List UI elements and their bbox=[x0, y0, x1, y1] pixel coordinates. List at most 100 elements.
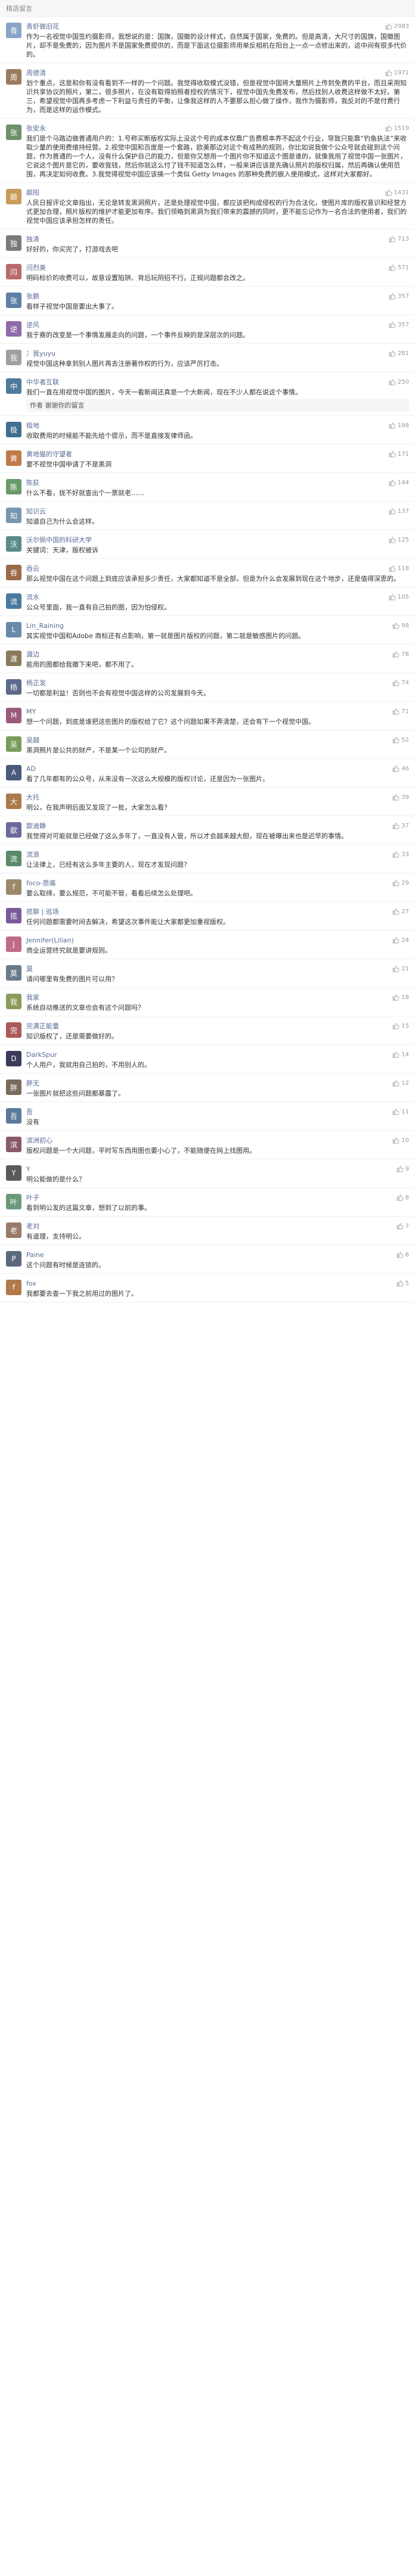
commenter-name[interactable]: 大托 bbox=[26, 792, 392, 802]
like-button[interactable]: 18 bbox=[392, 994, 409, 1001]
like-button[interactable]: 2983 bbox=[385, 23, 409, 30]
commenter-name[interactable]: 颠阳 bbox=[26, 188, 385, 197]
commenter-name[interactable]: 渡边 bbox=[26, 649, 392, 659]
commenter-name[interactable]: 吾 bbox=[26, 1107, 392, 1116]
like-button[interactable]: 39 bbox=[392, 794, 409, 801]
like-button[interactable]: 11 bbox=[392, 1108, 409, 1115]
avatar[interactable]: M bbox=[6, 708, 21, 723]
commenter-name[interactable]: 陈荻 bbox=[26, 478, 389, 487]
avatar[interactable]: 黄 bbox=[6, 450, 21, 466]
like-button[interactable]: 250 bbox=[389, 378, 409, 385]
commenter-name[interactable]: 完满正能量 bbox=[26, 1021, 392, 1031]
like-button[interactable]: 6 bbox=[397, 1251, 409, 1258]
commenter-name[interactable]: 青虾做旧花 bbox=[26, 21, 385, 31]
avatar[interactable]: 逆 bbox=[6, 321, 21, 337]
commenter-name[interactable]: 黄地猫的守望者 bbox=[26, 449, 389, 459]
commenter-name[interactable]: 老刘 bbox=[26, 1221, 397, 1231]
like-button[interactable]: 37 bbox=[392, 822, 409, 829]
like-button[interactable]: 171 bbox=[389, 450, 409, 458]
like-button[interactable]: 10 bbox=[392, 1137, 409, 1144]
commenter-name[interactable]: 揽聊 | 巡场 bbox=[26, 907, 392, 916]
avatar[interactable]: 莫 bbox=[6, 965, 21, 981]
like-button[interactable]: 46 bbox=[392, 765, 409, 772]
commenter-name[interactable]: Paine bbox=[26, 1251, 397, 1259]
commenter-name[interactable]: 冫我yuyu bbox=[26, 349, 389, 358]
avatar[interactable]: 歆 bbox=[6, 822, 21, 838]
commenter-name[interactable]: 张安永 bbox=[26, 123, 385, 133]
avatar[interactable]: 流 bbox=[6, 593, 21, 609]
commenter-name[interactable]: fox bbox=[26, 1280, 397, 1287]
like-button[interactable]: 98 bbox=[392, 622, 409, 629]
commenter-name[interactable]: 极地 bbox=[26, 421, 389, 430]
commenter-name[interactable]: 沃尔佩中国的科研大学 bbox=[26, 535, 389, 545]
commenter-name[interactable]: 胖无 bbox=[26, 1078, 392, 1088]
like-button[interactable]: 24 bbox=[392, 937, 409, 944]
avatar[interactable]: J bbox=[6, 937, 21, 952]
commenter-name[interactable]: 周德清 bbox=[26, 68, 385, 77]
avatar[interactable]: 叶 bbox=[6, 1194, 21, 1209]
commenter-name[interactable]: 叶子 bbox=[26, 1193, 397, 1202]
commenter-name[interactable]: 逆风 bbox=[26, 320, 389, 329]
like-button[interactable]: 15 bbox=[392, 1022, 409, 1029]
like-button[interactable]: 5 bbox=[397, 1280, 409, 1287]
commenter-name[interactable]: DarkSpur bbox=[26, 1051, 392, 1059]
avatar[interactable]: 张 bbox=[6, 293, 21, 308]
commenter-name[interactable]: 中华者互联 bbox=[26, 377, 389, 387]
like-button[interactable]: 571 bbox=[389, 264, 409, 271]
like-button[interactable]: 105 bbox=[389, 593, 409, 601]
avatar[interactable]: 渡 bbox=[6, 651, 21, 666]
like-button[interactable]: 1971 bbox=[385, 69, 409, 76]
commenter-name[interactable]: 张鹏 bbox=[26, 291, 389, 301]
avatar[interactable]: 胖 bbox=[6, 1079, 21, 1095]
avatar[interactable]: 我 bbox=[6, 994, 21, 1009]
avatar[interactable]: 大 bbox=[6, 794, 21, 809]
like-button[interactable]: 1431 bbox=[385, 189, 409, 196]
like-button[interactable]: 7 bbox=[397, 1222, 409, 1230]
avatar[interactable]: 完 bbox=[6, 1022, 21, 1038]
commenter-name[interactable]: 独清 bbox=[26, 234, 389, 244]
avatar[interactable]: 吾 bbox=[6, 1108, 21, 1124]
avatar[interactable]: 吴 bbox=[6, 736, 21, 752]
commenter-name[interactable]: 知识云 bbox=[26, 506, 389, 516]
commenter-name[interactable]: 流浪 bbox=[26, 850, 392, 859]
avatar[interactable]: P bbox=[6, 1251, 21, 1267]
avatar[interactable]: 陈 bbox=[6, 479, 21, 494]
like-button[interactable]: 125 bbox=[389, 536, 409, 543]
avatar[interactable]: 颠 bbox=[6, 189, 21, 204]
like-button[interactable]: 52 bbox=[392, 736, 409, 743]
commenter-name[interactable]: 滨洲初心 bbox=[26, 1135, 392, 1145]
commenter-name[interactable]: 我家 bbox=[26, 993, 392, 1002]
like-button[interactable]: 137 bbox=[389, 508, 409, 515]
like-button[interactable]: 71 bbox=[392, 708, 409, 715]
like-button[interactable]: 357 bbox=[389, 293, 409, 300]
like-button[interactable]: 281 bbox=[389, 350, 409, 357]
like-button[interactable]: 76 bbox=[392, 651, 409, 658]
commenter-name[interactable]: 杨正发 bbox=[26, 678, 392, 687]
commenter-name[interactable]: 歆迪静 bbox=[26, 821, 392, 830]
avatar[interactable]: D bbox=[6, 1051, 21, 1066]
avatar[interactable]: 张 bbox=[6, 125, 21, 140]
like-button[interactable]: 21 bbox=[392, 965, 409, 972]
like-button[interactable]: 1519 bbox=[385, 125, 409, 132]
like-button[interactable]: 29 bbox=[392, 879, 409, 886]
avatar[interactable]: L bbox=[6, 622, 21, 637]
commenter-name[interactable]: Y bbox=[26, 1165, 397, 1173]
commenter-name[interactable]: MY bbox=[26, 708, 392, 715]
avatar[interactable]: 杨 bbox=[6, 679, 21, 695]
like-button[interactable]: 118 bbox=[389, 565, 409, 572]
commenter-name[interactable]: 闫烈美 bbox=[26, 263, 389, 272]
commenter-name[interactable]: 莫 bbox=[26, 964, 392, 973]
avatar[interactable]: 极 bbox=[6, 422, 21, 437]
avatar[interactable]: f bbox=[6, 1280, 21, 1295]
avatar[interactable]: 独 bbox=[6, 235, 21, 251]
like-button[interactable]: 357 bbox=[389, 321, 409, 328]
avatar[interactable]: 青 bbox=[6, 23, 21, 38]
avatar[interactable]: 滨 bbox=[6, 1137, 21, 1152]
like-button[interactable]: 33 bbox=[392, 851, 409, 858]
avatar[interactable]: 中 bbox=[6, 378, 21, 394]
commenter-name[interactable]: AD bbox=[26, 765, 392, 773]
avatar[interactable]: 揽 bbox=[6, 908, 21, 923]
avatar[interactable]: Y bbox=[6, 1165, 21, 1181]
like-button[interactable]: 74 bbox=[392, 679, 409, 686]
avatar[interactable]: A bbox=[6, 765, 21, 780]
